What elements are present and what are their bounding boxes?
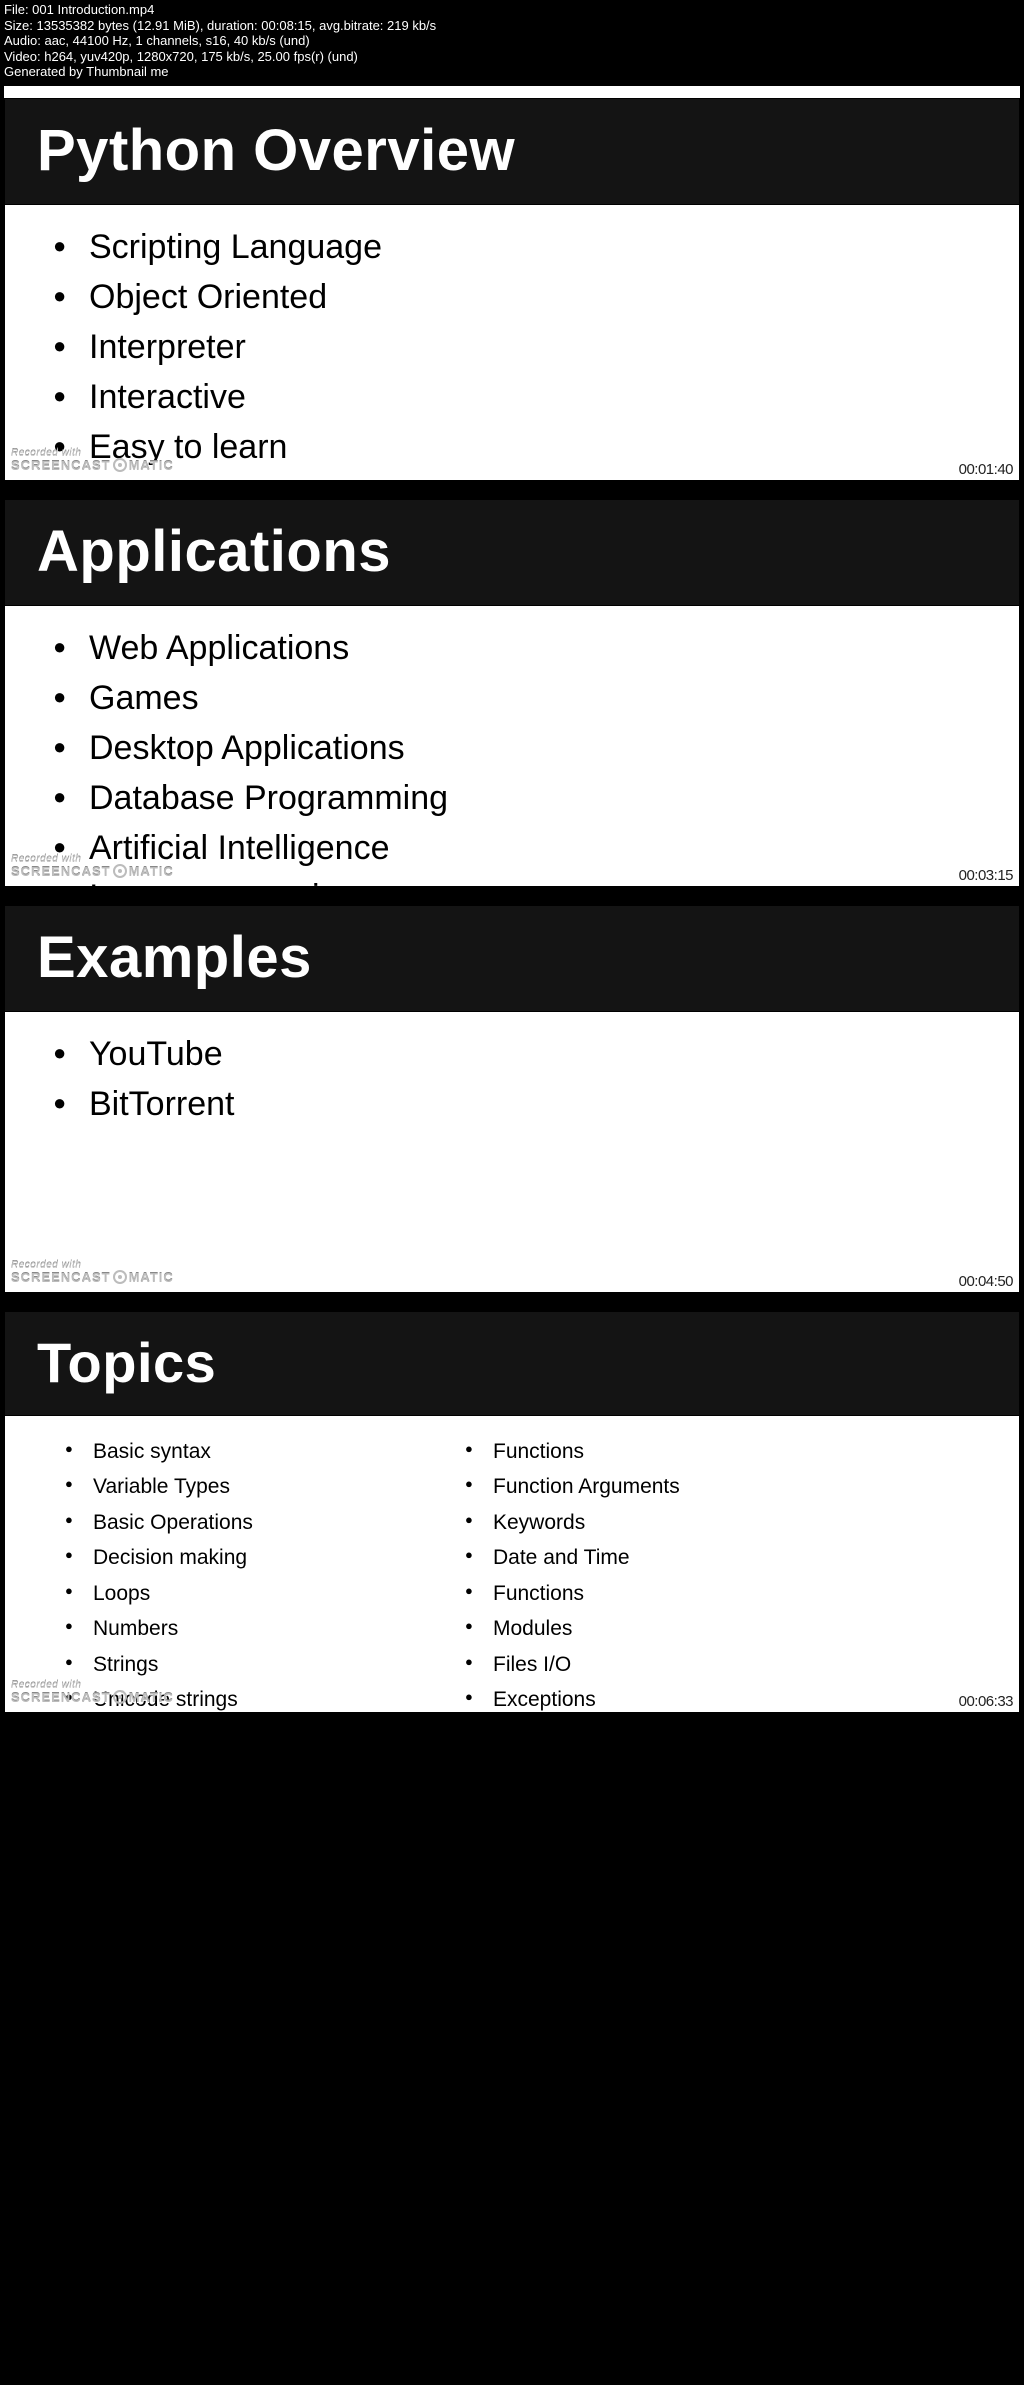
bullet-list: Scripting Language Object Oriented Inter… xyxy=(53,225,995,480)
list-item: Functions xyxy=(465,1578,765,1610)
meta-size: Size: 13535382 bytes (12.91 MiB), durati… xyxy=(4,18,1020,34)
two-column-list: Basic syntax Variable Types Basic Operat… xyxy=(25,1426,999,1712)
list-item: Object Oriented xyxy=(81,275,995,321)
slide-title: Examples xyxy=(5,906,1019,1012)
list-item: Numbers xyxy=(65,1613,365,1645)
slide-applications: Applications Web Applications Games Desk… xyxy=(4,499,1020,887)
watermark-b2: MATIC xyxy=(129,1270,174,1285)
slide-title: Applications xyxy=(5,500,1019,606)
watermark-rec: Recorded with xyxy=(11,1261,174,1271)
slide-title: Python Overview xyxy=(5,99,1019,205)
list-item: Functions xyxy=(465,1436,765,1468)
list-item: Games xyxy=(81,676,995,722)
list-item: Interpreter xyxy=(81,325,995,371)
timestamp: 00:06:33 xyxy=(959,1692,1013,1712)
timestamp: 00:04:50 xyxy=(959,1272,1013,1292)
spacer xyxy=(4,86,1020,98)
list-item: Modules xyxy=(465,1613,765,1645)
list-item: YouTube xyxy=(81,1032,995,1078)
meta-generator: Generated by Thumbnail me xyxy=(4,64,1020,80)
list-item: Loops xyxy=(65,1578,365,1610)
list-item: Basic Operations xyxy=(65,1507,365,1539)
meta-audio: Audio: aac, 44100 Hz, 1 channels, s16, 4… xyxy=(4,33,1020,49)
meta-file: File: 001 Introduction.mp4 xyxy=(4,2,1020,18)
slide-body: Basic syntax Variable Types Basic Operat… xyxy=(5,1416,1019,1712)
list-item: Database Programming xyxy=(81,776,995,822)
list-item: Desktop Applications xyxy=(81,726,995,772)
slide-body: Web Applications Games Desktop Applicati… xyxy=(5,606,1019,886)
slide-title: Topics xyxy=(5,1312,1019,1416)
slide-body: Scripting Language Object Oriented Inter… xyxy=(5,205,1019,480)
list-item: Scripting Language xyxy=(81,225,995,271)
slide-python-overview: Python Overview Scripting Language Objec… xyxy=(4,98,1020,481)
list-item: Unicode strings xyxy=(65,1684,365,1712)
list-item: Strings xyxy=(65,1649,365,1681)
list-item: Exceptions xyxy=(465,1684,765,1712)
meta-video: Video: h264, yuv420p, 1280x720, 175 kb/s… xyxy=(4,49,1020,65)
list-item: Function Arguments xyxy=(465,1471,765,1503)
bullet-list: YouTube BitTorrent xyxy=(53,1032,995,1128)
list-item: Artificial Intelligence xyxy=(81,826,995,872)
list-item: Contains good features from other langua… xyxy=(81,474,995,480)
list-item: Easy to learn xyxy=(81,425,995,471)
list-item: Keywords xyxy=(465,1507,765,1539)
slide-topics: Topics Basic syntax Variable Types Basic… xyxy=(4,1311,1020,1713)
list-item: Web Applications xyxy=(81,626,995,672)
watermark-brand: SCREENCAST MATIC xyxy=(11,1271,174,1286)
slide-examples: Examples YouTube BitTorrent Recorded wit… xyxy=(4,905,1020,1293)
watermark: Recorded with SCREENCAST MATIC xyxy=(11,1261,174,1286)
list-item: Variable Types xyxy=(65,1471,365,1503)
list-item: Interactive xyxy=(81,375,995,421)
record-icon xyxy=(113,1270,127,1284)
watermark-b1: SCREENCAST xyxy=(11,1270,111,1285)
video-metadata-header: File: 001 Introduction.mp4 Size: 1353538… xyxy=(0,0,1024,82)
timestamp: 00:01:40 xyxy=(959,460,1013,480)
list-item: BitTorrent xyxy=(81,1082,995,1128)
list-item: Files I/O xyxy=(465,1649,765,1681)
column-b: Functions Function Arguments Keywords Da… xyxy=(465,1436,765,1712)
bullet-list: Web Applications Games Desktop Applicati… xyxy=(53,626,995,886)
timestamp: 00:03:15 xyxy=(959,866,1013,886)
list-item: Date and Time xyxy=(465,1542,765,1574)
slide-body: YouTube BitTorrent Recorded with SCREENC… xyxy=(5,1012,1019,1292)
list-item: Image processing xyxy=(81,875,995,886)
column-a: Basic syntax Variable Types Basic Operat… xyxy=(65,1436,365,1712)
list-item: Decision making xyxy=(65,1542,365,1574)
list-item: Basic syntax xyxy=(65,1436,365,1468)
